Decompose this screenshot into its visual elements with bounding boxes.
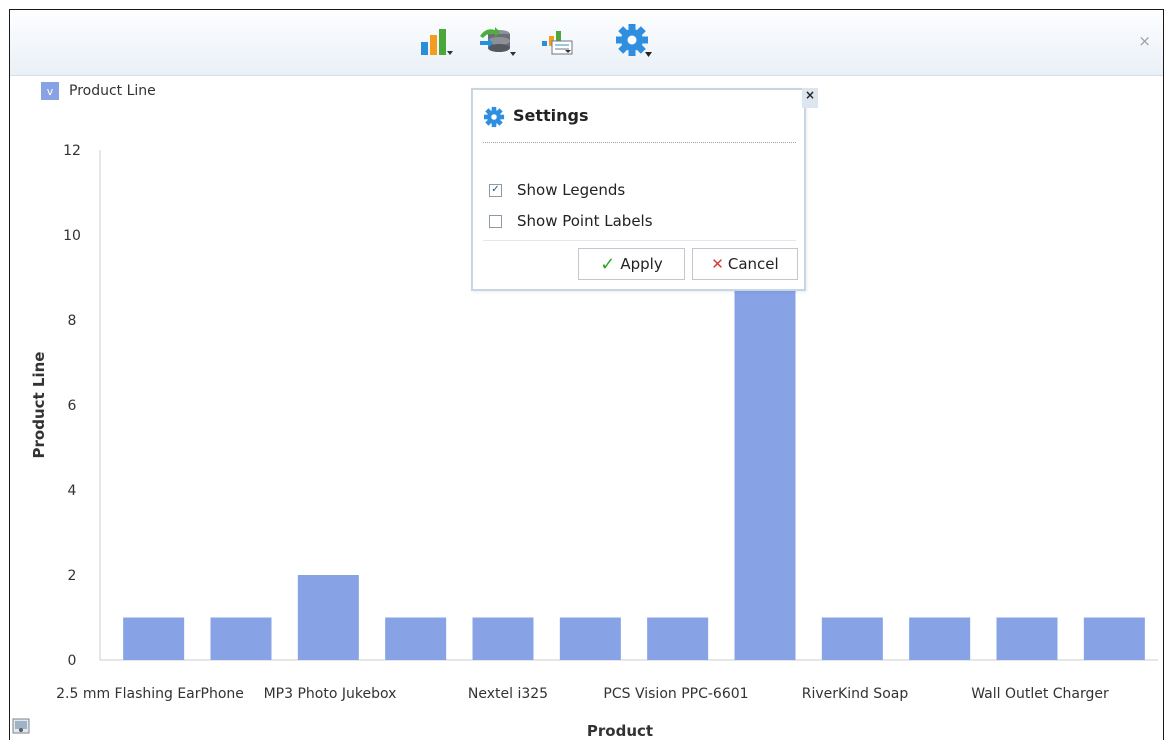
- show-legends-option[interactable]: ✓ Show Legends: [489, 181, 625, 199]
- show-point-labels-option[interactable]: Show Point Labels: [489, 212, 653, 230]
- bar[interactable]: [1083, 617, 1145, 661]
- cancel-button[interactable]: ✕ Cancel: [692, 248, 798, 280]
- popup-close-button[interactable]: ×: [802, 88, 818, 108]
- bar[interactable]: [385, 617, 447, 661]
- show-legends-checkbox[interactable]: ✓: [489, 183, 502, 197]
- bar[interactable]: [909, 617, 971, 661]
- gear-icon: [483, 106, 505, 128]
- x-axis-title: Product: [587, 722, 653, 740]
- y-axis-title: Product Line: [30, 352, 48, 459]
- bar[interactable]: [821, 617, 883, 661]
- x-tick-label: PCS Vision PPC-6601: [603, 686, 748, 702]
- settings-popup: × Settings ✓ Show Legends Show Point Lab…: [471, 88, 818, 291]
- bar[interactable]: [996, 617, 1058, 661]
- bar[interactable]: [734, 277, 796, 661]
- chart-widget: × v Product Line 0 2 4 6 8 10 12 2.5 mm Flashin…: [9, 9, 1164, 740]
- bar[interactable]: [123, 617, 185, 661]
- y-tick-label: 0: [68, 653, 77, 669]
- bar[interactable]: [472, 617, 534, 661]
- x-tick-label: RiverKind Soap: [802, 686, 909, 702]
- cancel-label: Cancel: [727, 255, 779, 273]
- show-point-labels-label: Show Point Labels: [517, 212, 653, 230]
- bar[interactable]: [647, 617, 709, 661]
- apply-button[interactable]: ✓ Apply: [578, 248, 685, 280]
- x-tick-label: MP3 Photo Jukebox: [264, 686, 397, 702]
- y-tick-label: 6: [68, 398, 77, 414]
- popup-title: Settings: [513, 106, 589, 125]
- cancel-icon: ✕: [711, 255, 724, 273]
- popup-header: Settings: [483, 106, 796, 143]
- show-point-labels-checkbox[interactable]: [489, 214, 502, 228]
- apply-label: Apply: [620, 255, 663, 273]
- y-tick-label: 2: [68, 568, 77, 584]
- y-tick-label: 10: [63, 228, 81, 244]
- x-tick-label: Wall Outlet Charger: [971, 686, 1109, 702]
- bar[interactable]: [210, 617, 272, 661]
- checkbox-check-glyph: ✓: [491, 184, 500, 195]
- popup-divider: [483, 240, 796, 241]
- x-tick-label: 2.5 mm Flashing EarPhone: [56, 686, 244, 702]
- x-tick-label: Nextel i325: [468, 686, 548, 702]
- bar[interactable]: [559, 617, 621, 661]
- check-icon: ✓: [600, 253, 616, 275]
- y-tick-label: 4: [68, 483, 77, 499]
- y-tick-label: 12: [63, 143, 81, 159]
- y-tick-label: 8: [68, 313, 77, 329]
- bar[interactable]: [297, 575, 359, 660]
- show-legends-label: Show Legends: [517, 181, 626, 199]
- export-icon[interactable]: [12, 718, 30, 734]
